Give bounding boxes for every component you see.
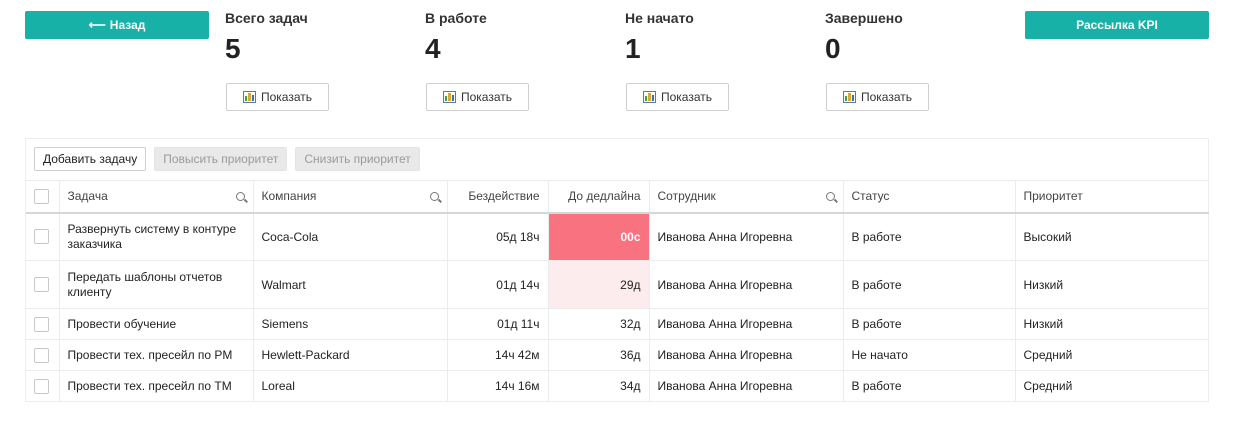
column-status[interactable]: Статус xyxy=(843,180,1016,213)
bar-chart-icon xyxy=(242,91,256,103)
stat-title: Завершено xyxy=(825,10,903,26)
row-checkbox[interactable] xyxy=(34,316,49,332)
idle-time: 01д 14ч xyxy=(447,260,549,309)
show-in-progress-button[interactable]: Показать xyxy=(426,83,529,111)
status-text: В работе xyxy=(843,260,1016,309)
idle-time: 01д 11ч xyxy=(447,308,549,340)
stat-value: 5 xyxy=(225,33,241,64)
stat-in-progress: В работе 4 Показать xyxy=(425,10,605,111)
column-company[interactable]: Компания xyxy=(253,180,448,213)
bar-chart-icon xyxy=(842,91,856,103)
column-task-label: Задача xyxy=(67,189,108,204)
show-not-started-button[interactable]: Показать xyxy=(626,83,729,111)
add-task-button[interactable]: Добавить задачу xyxy=(34,147,147,171)
table-header-row: Задача Компания Бездействие До дедлайна … xyxy=(26,180,1209,213)
search-icon[interactable] xyxy=(235,191,245,201)
idle-time: 14ч 42м xyxy=(447,339,549,371)
company-name: Hewlett-Packard xyxy=(253,339,448,371)
column-employee-label: Сотрудник xyxy=(657,189,716,204)
row-checkbox[interactable] xyxy=(34,229,49,245)
column-task[interactable]: Задача xyxy=(59,180,254,213)
deadline-time: 32д xyxy=(548,308,650,340)
task-name: Провести тех. пресейл по PM xyxy=(59,339,254,371)
show-button-label: Показать xyxy=(460,90,512,104)
employee-name: Иванова Анна Игоревна xyxy=(649,308,844,340)
stat-title: Всего задач xyxy=(225,10,308,26)
deadline-time: 00с xyxy=(548,212,650,261)
priority-text: Низкий xyxy=(1023,277,1064,292)
column-employee[interactable]: Сотрудник xyxy=(649,180,844,213)
raise-priority-button[interactable]: Повысить приоритет xyxy=(154,147,288,171)
idle-time: 05д 18ч xyxy=(447,212,549,261)
stat-title: В работе xyxy=(425,10,487,26)
status-text: В работе xyxy=(843,370,1016,402)
arrow-left-icon: ⟵ xyxy=(88,18,106,32)
task-name: Провести тех. пресейл по TM xyxy=(59,370,254,402)
priority-text: Низкий xyxy=(1023,317,1064,331)
search-icon[interactable] xyxy=(429,191,439,201)
priority-text: Средний xyxy=(1023,379,1073,393)
employee-name: Иванова Анна Игоревна xyxy=(649,260,844,309)
employee-name: Иванова Анна Игоревна xyxy=(649,212,844,261)
tasks-table: Задача Компания Бездействие До дедлайна … xyxy=(26,180,1209,402)
status-text: В работе xyxy=(843,308,1016,340)
priority-text: Высокий xyxy=(1023,229,1072,244)
select-all-checkbox[interactable] xyxy=(34,188,49,204)
status-text: Не начато xyxy=(843,339,1016,371)
row-checkbox[interactable] xyxy=(34,378,49,394)
column-company-label: Компания xyxy=(261,189,317,204)
stat-title: Не начато xyxy=(625,10,694,26)
bar-chart-icon xyxy=(642,91,656,103)
stat-value: 1 xyxy=(625,33,641,64)
task-name: Передать шаблоны отчетов клиенту xyxy=(67,269,223,299)
lower-priority-button[interactable]: Снизить приоритет xyxy=(295,147,420,171)
show-total-button[interactable]: Показать xyxy=(226,83,329,111)
back-button[interactable]: ⟵ Назад xyxy=(25,11,209,39)
row-checkbox[interactable] xyxy=(34,347,49,363)
show-button-label: Показать xyxy=(860,90,912,104)
deadline-time: 36д xyxy=(548,339,650,371)
idle-time: 14ч 16м xyxy=(447,370,549,402)
table-row[interactable]: Передать шаблоны отчетов клиенту Walmart… xyxy=(26,260,1209,309)
task-name: Провести обучение xyxy=(59,308,254,340)
employee-name: Иванова Анна Игоревна xyxy=(649,370,844,402)
stat-total: Всего задач 5 Показать xyxy=(225,10,405,111)
company-name: Walmart xyxy=(253,260,448,309)
search-icon[interactable] xyxy=(825,191,835,201)
column-priority[interactable]: Приоритет xyxy=(1015,181,1209,213)
table-row[interactable]: Провести тех. пресейл по TM Loreal 14ч 1… xyxy=(26,370,1209,402)
column-idle[interactable]: Бездействие xyxy=(447,180,549,213)
stat-value: 0 xyxy=(825,33,841,64)
deadline-time: 29д xyxy=(548,260,650,309)
row-checkbox[interactable] xyxy=(34,277,49,292)
status-text: В работе xyxy=(843,212,1016,261)
stat-value: 4 xyxy=(425,33,441,64)
table-row[interactable]: Провести обучение Siemens 01д 11ч 32д Ив… xyxy=(26,308,1209,340)
priority-text: Средний xyxy=(1023,348,1073,362)
table-row[interactable]: Провести тех. пресейл по PM Hewlett-Pack… xyxy=(26,339,1209,371)
stat-not-started: Не начато 1 Показать xyxy=(625,10,805,111)
stat-completed: Завершено 0 Показать xyxy=(825,10,1005,111)
bar-chart-icon xyxy=(442,91,456,103)
back-button-label: Назад xyxy=(109,18,146,32)
show-completed-button[interactable]: Показать xyxy=(826,83,929,111)
select-all-cell xyxy=(26,180,60,213)
employee-name: Иванова Анна Игоревна xyxy=(649,339,844,371)
tasks-panel: Добавить задачу Повысить приоритет Снизи… xyxy=(25,138,1209,402)
show-button-label: Показать xyxy=(260,90,312,104)
task-name: Развернуть систему в контуре заказчика xyxy=(67,221,237,251)
table-row[interactable]: Развернуть систему в контуре заказчика C… xyxy=(26,212,1209,261)
company-name: Loreal xyxy=(253,370,448,402)
company-name: Coca-Cola xyxy=(253,212,448,261)
show-button-label: Показать xyxy=(660,90,712,104)
company-name: Siemens xyxy=(253,308,448,340)
kpi-mailing-button[interactable]: Рассылка KPI xyxy=(1025,11,1209,39)
table-toolbar: Добавить задачу Повысить приоритет Снизи… xyxy=(34,147,420,171)
deadline-time: 34д xyxy=(548,370,650,402)
column-deadline[interactable]: До дедлайна xyxy=(548,180,650,213)
